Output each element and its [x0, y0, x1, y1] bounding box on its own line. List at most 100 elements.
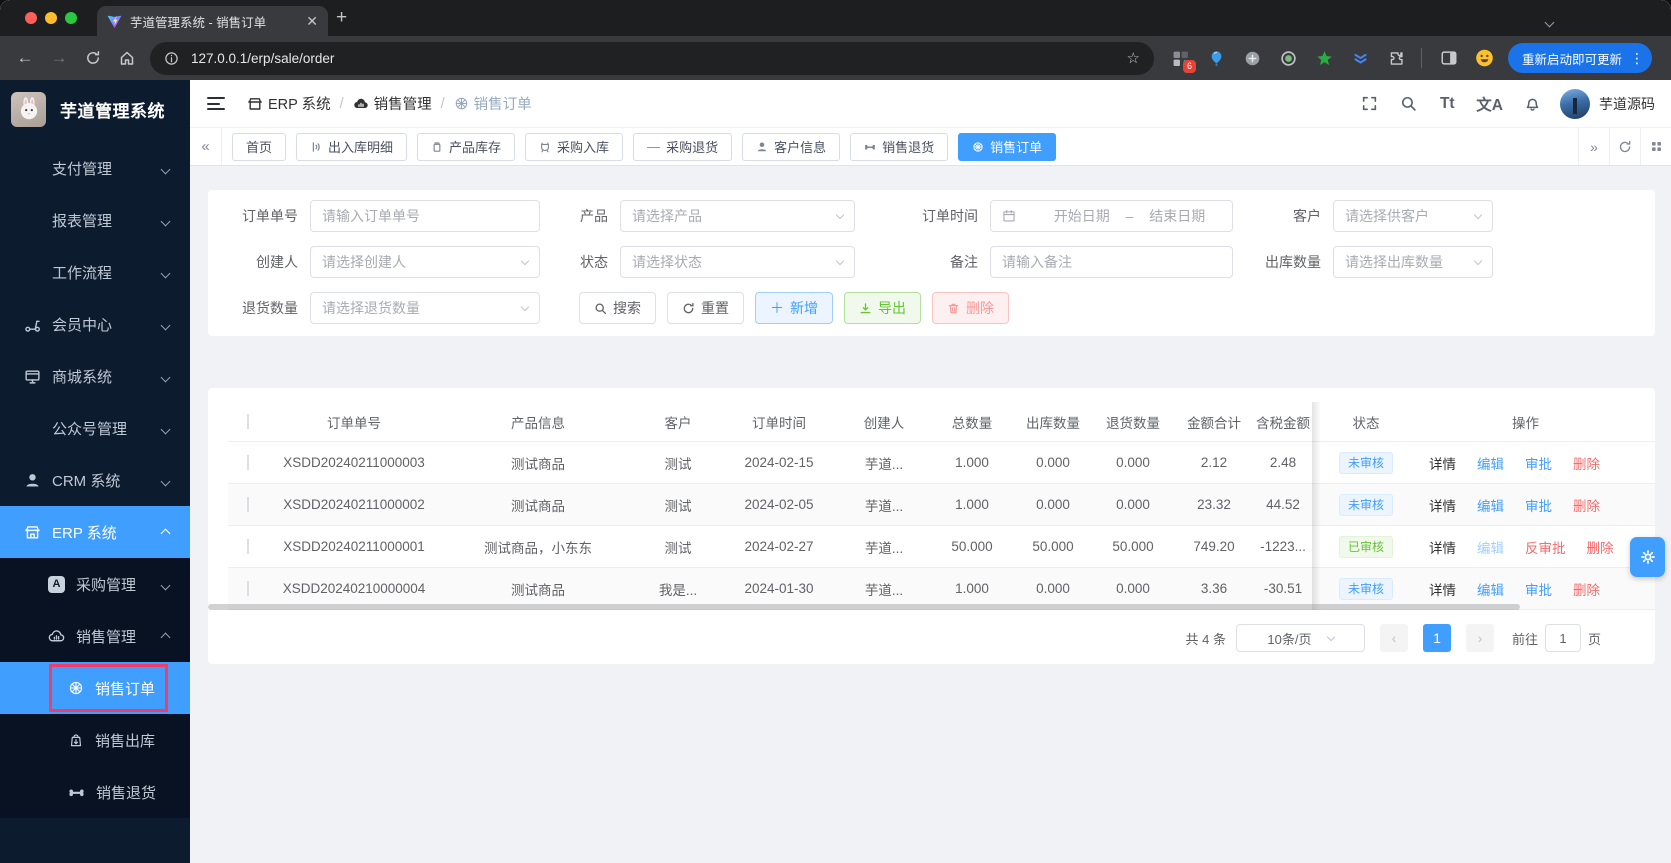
address-bar[interactable]: 127.0.0.1/erp/sale/order ☆	[150, 41, 1154, 75]
tab-sale-order[interactable]: 销售订单	[958, 132, 1057, 161]
delete-link[interactable]: 删除	[1573, 495, 1600, 515]
column-settings-button[interactable]	[1630, 537, 1665, 577]
fullscreen-icon[interactable]	[1359, 95, 1379, 112]
out-count-select[interactable]: 请选择出库数量	[1333, 246, 1493, 278]
select-all-checkbox[interactable]	[247, 414, 249, 429]
col-order-no[interactable]: 订单单号	[268, 412, 440, 432]
font-size-button[interactable]: Tt	[1437, 95, 1457, 113]
delete-link[interactable]: 删除	[1573, 453, 1600, 473]
search-icon[interactable]	[1398, 95, 1418, 112]
extension-icon-colorful[interactable]: 6	[1171, 49, 1196, 73]
extension-icon-gray[interactable]	[1243, 49, 1262, 68]
delete-link[interactable]: 删除	[1573, 579, 1600, 599]
sidebar-item-mall[interactable]: 商城系统	[0, 350, 190, 402]
app-logo[interactable]: 芋道管理系统	[0, 80, 190, 138]
forward-button[interactable]: →	[42, 48, 76, 68]
tab-purchase-return[interactable]: — 采购退货	[633, 132, 733, 161]
site-info-icon[interactable]	[164, 51, 179, 66]
sidebar-item-payment[interactable]: 支付管理	[0, 142, 190, 194]
sidebar-item-workflow[interactable]: 工作流程	[0, 246, 190, 298]
breadcrumb-erp[interactable]: ERP 系统	[247, 93, 331, 114]
row-checkbox[interactable]	[247, 455, 249, 470]
profile-avatar-emoji[interactable]	[1475, 49, 1494, 68]
tab-customer-info[interactable]: 客户信息	[742, 132, 841, 161]
unapprove-link[interactable]: 反审批	[1525, 537, 1566, 557]
extension-icon-balloon[interactable]	[1207, 49, 1226, 68]
detail-link[interactable]: 详情	[1429, 453, 1456, 473]
titlebar-chevron-icon[interactable]	[1544, 13, 1555, 31]
tab-close-icon[interactable]: ✕	[306, 14, 318, 28]
sidebar-item-purchase[interactable]: A 采购管理	[0, 558, 190, 610]
approve-link[interactable]: 审批	[1525, 453, 1552, 473]
order-no-input[interactable]	[310, 200, 540, 232]
detail-link[interactable]: 详情	[1429, 495, 1456, 515]
zoom-window-button[interactable]	[65, 12, 77, 24]
sidebar-item-erp[interactable]: ERP 系统	[0, 506, 190, 558]
extensions-puzzle-icon[interactable]	[1387, 49, 1406, 68]
url-text[interactable]: 127.0.0.1/erp/sale/order	[191, 51, 1127, 66]
product-select[interactable]: 请选择产品	[620, 200, 855, 232]
prev-page-button[interactable]: ‹	[1379, 624, 1408, 652]
customer-select[interactable]: 请选择供客户	[1333, 200, 1493, 232]
home-button[interactable]	[110, 48, 144, 68]
tab-product-stock[interactable]: 产品库存	[417, 132, 516, 161]
back-button[interactable]: ←	[8, 48, 42, 68]
sidebar-item-crm[interactable]: CRM 系统	[0, 454, 190, 506]
sidebar-item-official-account[interactable]: 公众号管理	[0, 402, 190, 454]
status-select[interactable]: 请选择状态	[620, 246, 855, 278]
close-window-button[interactable]	[25, 12, 37, 24]
row-checkbox[interactable]	[247, 581, 249, 596]
return-count-select[interactable]: 请选择退货数量	[310, 292, 540, 324]
tabs-scroll-left-icon[interactable]: «	[190, 128, 222, 165]
search-button[interactable]: 搜索	[579, 292, 656, 324]
current-page-button[interactable]: 1	[1422, 624, 1451, 652]
tab-purchase-in[interactable]: 采购入库	[525, 132, 624, 161]
sidebar-item-report[interactable]: 报表管理	[0, 194, 190, 246]
approve-link[interactable]: 审批	[1525, 579, 1552, 599]
export-button[interactable]: 导出	[844, 292, 921, 324]
bookmark-star-icon[interactable]: ☆	[1127, 49, 1140, 67]
reset-button[interactable]: 重置	[667, 292, 744, 324]
sidebar-item-sale-return[interactable]: 销售退货	[0, 766, 190, 818]
tab-home[interactable]: 首页	[232, 132, 287, 161]
delete-link[interactable]: 删除	[1587, 537, 1614, 557]
sidebar-item-sale[interactable]: 销售管理	[0, 610, 190, 662]
sidebar-item-sale-out[interactable]: 销售出库	[0, 714, 190, 766]
browser-menu-icon[interactable]: ⋮	[1630, 51, 1644, 65]
start-date-placeholder[interactable]: 开始日期	[1038, 206, 1126, 226]
browser-tab[interactable]: 芋道管理系统 - 销售订单 ✕	[97, 6, 328, 36]
order-time-range-picker[interactable]: 开始日期 – 结束日期	[990, 200, 1233, 232]
side-panel-icon[interactable]	[1439, 49, 1458, 68]
sidebar-item-sale-order[interactable]: 销售订单	[0, 662, 190, 714]
remark-input[interactable]	[990, 246, 1233, 278]
sidebar-item-member[interactable]: 会员中心	[0, 298, 190, 350]
tabs-scroll-right-icon[interactable]: »	[1578, 128, 1609, 165]
notification-bell-icon[interactable]	[1522, 95, 1542, 112]
tabs-refresh-icon[interactable]	[1609, 128, 1640, 165]
delete-button[interactable]: 删除	[932, 292, 1009, 324]
horizontal-scrollbar[interactable]	[208, 604, 1520, 610]
detail-link[interactable]: 详情	[1429, 579, 1456, 599]
detail-link[interactable]: 详情	[1429, 537, 1456, 557]
page-size-select[interactable]: 10条/页	[1235, 624, 1365, 652]
creator-select[interactable]: 请选择创建人	[310, 246, 540, 278]
user-avatar[interactable]	[1560, 88, 1590, 119]
goto-page-input[interactable]	[1544, 624, 1581, 652]
tab-sale-return[interactable]: 销售退货	[850, 132, 949, 161]
language-button[interactable]: 文A	[1476, 93, 1503, 115]
extension-icon-green-dot[interactable]	[1279, 49, 1298, 68]
breadcrumb-sale[interactable]: 销售管理	[353, 93, 432, 114]
tab-stock-record[interactable]: 出入库明细	[296, 132, 408, 161]
extension-icon-double-chevron[interactable]	[1351, 49, 1370, 68]
end-date-placeholder[interactable]: 结束日期	[1133, 206, 1221, 226]
edit-link[interactable]: 编辑	[1477, 453, 1504, 473]
tabs-menu-grid-icon[interactable]	[1640, 128, 1671, 165]
add-button[interactable]: ＋ 新增	[755, 292, 833, 324]
next-page-button[interactable]: ›	[1465, 624, 1494, 652]
edit-link[interactable]: 编辑	[1477, 579, 1504, 599]
reload-button[interactable]	[76, 48, 110, 68]
collapse-sidebar-icon[interactable]	[207, 97, 225, 110]
edit-link[interactable]: 编辑	[1477, 495, 1504, 515]
row-checkbox[interactable]	[247, 497, 249, 512]
approve-link[interactable]: 审批	[1525, 495, 1552, 515]
